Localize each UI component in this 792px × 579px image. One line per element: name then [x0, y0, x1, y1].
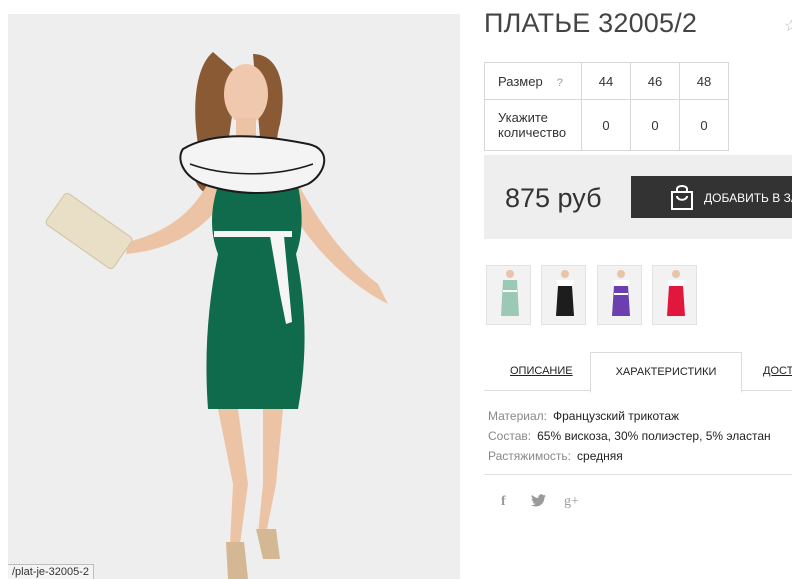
quantity-label-line2: количество	[498, 125, 567, 140]
spec-value: средняя	[577, 449, 623, 463]
star-icon[interactable]: ☆	[784, 16, 792, 36]
spec-value: Французский трикотаж	[552, 409, 680, 423]
product-main-image[interactable]: /plat-je-32005-2	[8, 14, 460, 579]
tab-characteristics[interactable]: ХАРАКТЕРИСТИКИ	[590, 352, 742, 393]
facebook-icon[interactable]: f	[501, 494, 506, 510]
specs-divider	[484, 474, 792, 475]
twitter-icon[interactable]	[531, 494, 546, 512]
quantity-input[interactable]: 0	[630, 99, 680, 151]
spec-row: Растяжимость: средняя	[488, 446, 771, 466]
tab-delivery[interactable]: ДОСТ	[763, 352, 792, 390]
spec-key: Материал:	[488, 409, 547, 423]
size-option[interactable]: 46	[630, 62, 680, 100]
size-row: Размер? 44 46 48	[484, 62, 729, 100]
thumbnail-red-dress[interactable]	[652, 265, 697, 325]
size-label-cell: Размер?	[484, 62, 582, 100]
status-bar-url: /plat-je-32005-2	[8, 564, 95, 579]
spec-row: Материал: Французский трикотаж	[488, 406, 771, 426]
product-title: ПЛАТЬЕ 32005/2	[484, 8, 698, 38]
price-panel: 875 руб ДОБАВИТЬ В ЗА	[484, 155, 792, 239]
add-to-cart-label: ДОБАВИТЬ В ЗА	[704, 191, 792, 205]
quantity-input[interactable]: 0	[581, 99, 631, 151]
google-plus-icon[interactable]: g+	[564, 494, 579, 510]
size-label: Размер	[498, 73, 543, 89]
quantity-label-cell: Укажите количество	[484, 99, 582, 151]
dress-photo-illustration	[8, 14, 460, 579]
help-icon[interactable]: ?	[557, 77, 563, 89]
thumbnail-purple-dress[interactable]	[597, 265, 642, 325]
spec-key: Растяжимость:	[488, 449, 572, 463]
spec-value: 65% вискоза, 30% полиэстер, 5% эластан	[537, 429, 771, 443]
characteristics-list: Материал: Французский трикотаж Состав: 65%…	[488, 406, 771, 466]
thumbnail-mint-dress[interactable]	[486, 265, 531, 325]
size-option[interactable]: 48	[679, 62, 729, 100]
tab-description[interactable]: ОПИСАНИЕ	[510, 352, 573, 390]
shopping-bag-icon	[669, 183, 695, 214]
quantity-input[interactable]: 0	[679, 99, 729, 151]
product-price: 875 руб	[505, 183, 602, 213]
quantity-label-line1: Укажите	[498, 110, 548, 125]
spec-row: Состав: 65% вискоза, 30% полиэстер, 5% эл…	[488, 426, 771, 446]
add-to-cart-button[interactable]: ДОБАВИТЬ В ЗА	[631, 176, 792, 218]
spec-key: Состав:	[488, 429, 532, 443]
quantity-row: Укажите количество 0 0 0	[484, 99, 729, 151]
size-option[interactable]: 44	[581, 62, 631, 100]
size-quantity-table: Размер? 44 46 48 Укажите количество 0 0 …	[484, 62, 729, 151]
thumbnail-black-dress[interactable]	[541, 265, 586, 325]
